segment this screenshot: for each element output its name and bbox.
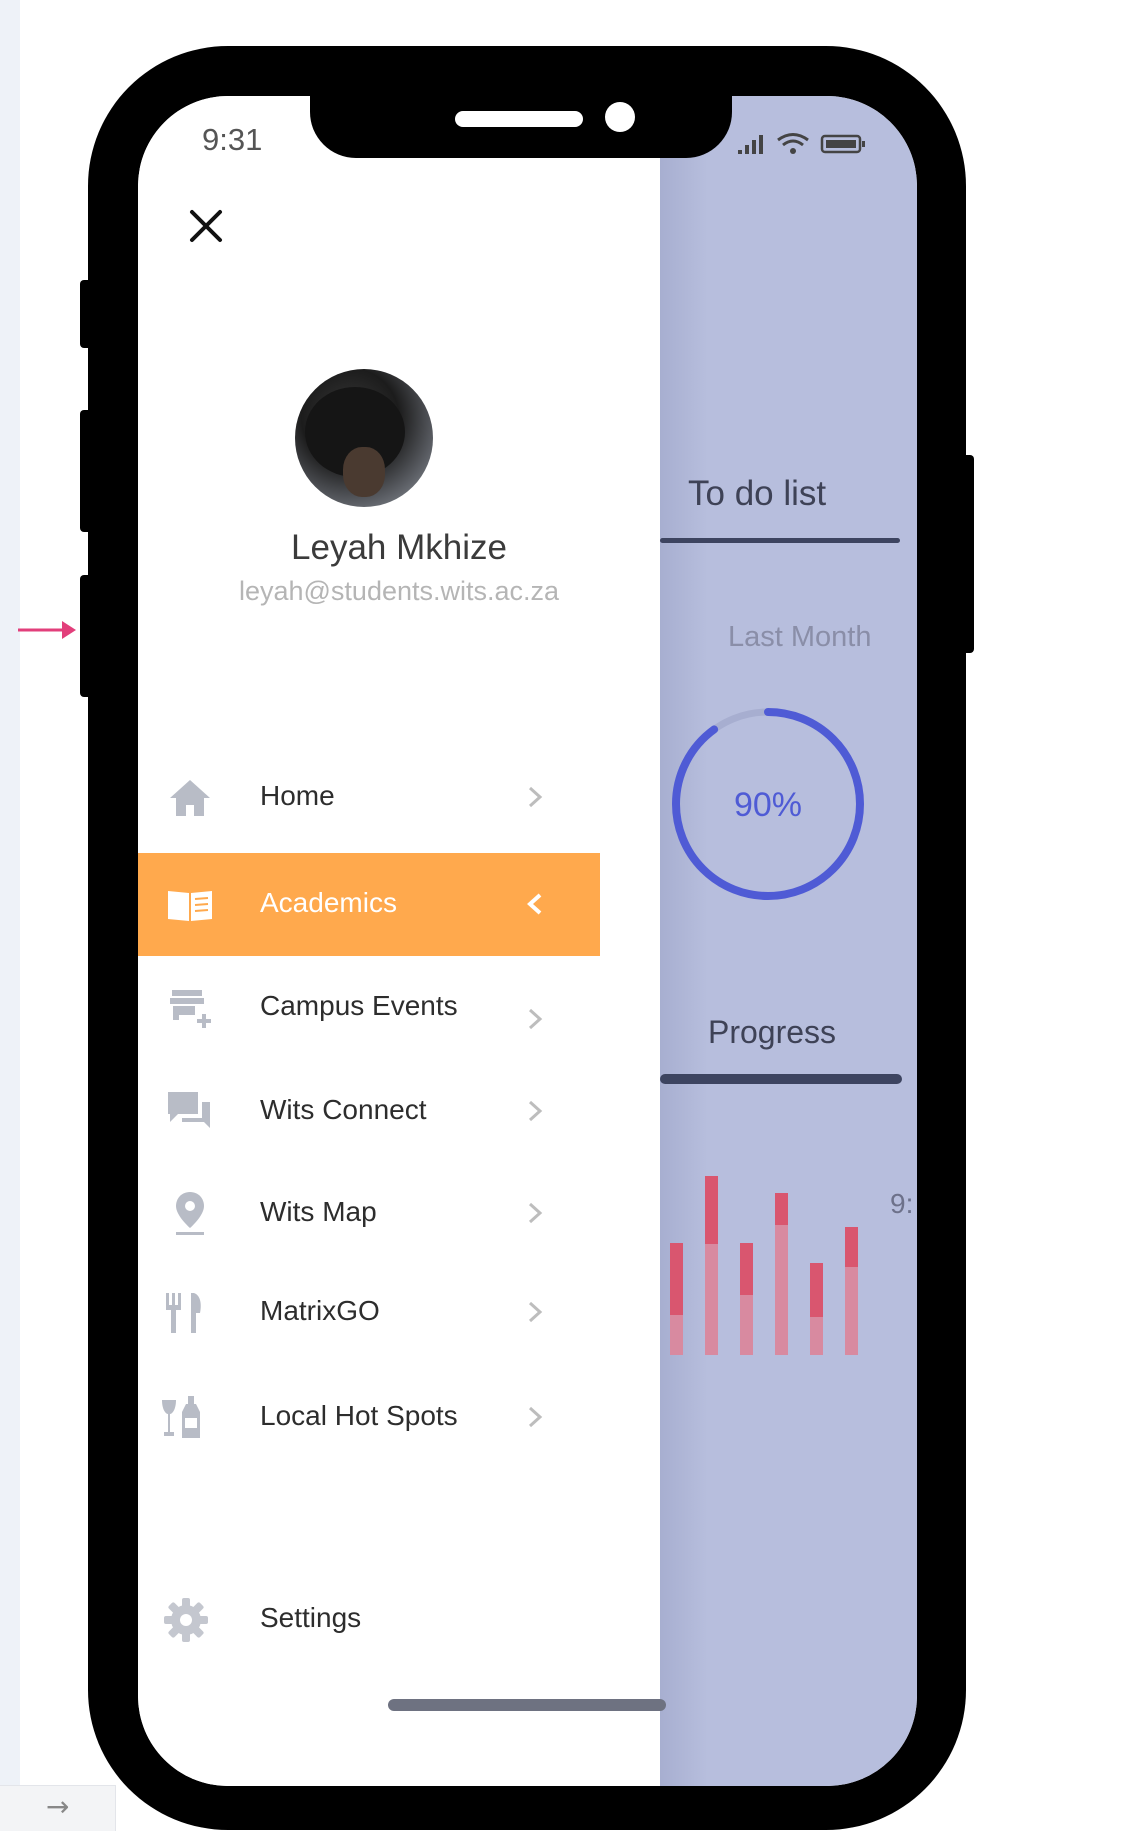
wifi-dot xyxy=(790,148,796,154)
home-indicator[interactable] xyxy=(388,1699,666,1711)
signal-icon xyxy=(738,135,763,154)
user-name: Leyah Mkhize xyxy=(291,528,507,567)
phone-side-button-power xyxy=(960,455,974,653)
user-email: leyah@students.wits.ac.za xyxy=(238,576,560,606)
menu-item-label: Home xyxy=(260,780,335,811)
chevron-right-icon xyxy=(528,1202,543,1224)
avatar-face xyxy=(343,447,385,497)
battery-icon xyxy=(820,134,865,154)
menu-item-label: Academics xyxy=(260,887,397,918)
chevron-right-icon xyxy=(528,1008,543,1030)
menu-item-settings[interactable]: Settings xyxy=(138,1568,598,1672)
todo-underline xyxy=(660,538,900,543)
period-label: Last Month xyxy=(728,621,872,653)
completion-label: 90% xyxy=(734,786,802,824)
menu-item-label: MatrixGO xyxy=(260,1295,380,1326)
map-pin-icon xyxy=(176,1192,204,1235)
drinks-icon xyxy=(162,1396,200,1438)
chevron-left-icon xyxy=(527,893,542,915)
phone-notch xyxy=(310,96,732,158)
menu-item-campus-events[interactable]: Campus Events xyxy=(138,956,598,1060)
menu-item-wits-map[interactable]: Wits Map xyxy=(138,1162,598,1266)
wifi-icon xyxy=(777,133,809,147)
status-time: 9:31 xyxy=(202,122,263,157)
menu-item-label: Campus Events xyxy=(260,990,458,1021)
navigation-drawer: Leyah Mkhize leyah@students.wits.ac.za H… xyxy=(138,96,660,1786)
gear-icon xyxy=(164,1598,208,1642)
arrow-marker-icon xyxy=(18,621,76,639)
canvas-corner-panel: → xyxy=(0,1785,116,1831)
chat-icon xyxy=(168,1092,210,1128)
phone-side-button-volume-up xyxy=(80,410,94,532)
bar-5-top xyxy=(810,1263,823,1317)
restaurant-icon xyxy=(166,1293,201,1333)
completion-ring: 90% xyxy=(672,708,864,900)
front-camera xyxy=(605,102,635,132)
bar-1-top xyxy=(670,1243,683,1315)
progress-underline xyxy=(660,1074,902,1084)
menu-item-home[interactable]: Home xyxy=(138,746,598,850)
menu-item-label: Local Hot Spots xyxy=(260,1400,458,1431)
menu-item-label: Settings xyxy=(260,1602,362,1633)
speaker-grille xyxy=(455,111,583,127)
status-icons xyxy=(738,133,865,154)
canvas-background xyxy=(0,0,20,1830)
phone-side-button-mute xyxy=(80,280,94,348)
chevron-right-icon xyxy=(528,1301,543,1323)
progress-bar-chart xyxy=(670,1176,858,1355)
phone-screen: To do list Last Month 90% Progress 9: Le… xyxy=(138,96,917,1786)
bar-6-top xyxy=(845,1227,858,1267)
chevron-right-icon xyxy=(528,786,543,808)
chevron-right-icon xyxy=(528,1406,543,1428)
bar-3-top xyxy=(740,1243,753,1295)
bar-4-top xyxy=(775,1193,788,1225)
menu-item-label: Wits Connect xyxy=(260,1094,427,1125)
menu-item-academics[interactable]: Academics xyxy=(138,853,600,956)
home-icon xyxy=(170,780,210,816)
menu-item-matrixgo[interactable]: MatrixGO xyxy=(138,1261,598,1365)
menu-item-local-hot-spots[interactable]: Local Hot Spots xyxy=(138,1366,598,1470)
todo-list-title: To do list xyxy=(688,474,827,513)
dashboard-overlay[interactable]: To do list Last Month 90% Progress 9: xyxy=(646,96,917,1786)
bar-2-top xyxy=(705,1176,718,1244)
store-add-icon xyxy=(170,990,211,1028)
book-icon xyxy=(168,891,212,921)
drawer-shadow xyxy=(660,96,708,1786)
progress-title: Progress xyxy=(708,1014,837,1050)
phone-side-button-volume-down xyxy=(80,575,94,697)
close-icon[interactable] xyxy=(186,206,226,246)
chevron-right-icon xyxy=(528,1100,543,1122)
menu-item-wits-connect[interactable]: Wits Connect xyxy=(138,1060,598,1164)
avatar[interactable] xyxy=(295,369,433,507)
menu-item-label: Wits Map xyxy=(260,1196,377,1227)
arrow-right-icon: → xyxy=(46,1790,70,1823)
